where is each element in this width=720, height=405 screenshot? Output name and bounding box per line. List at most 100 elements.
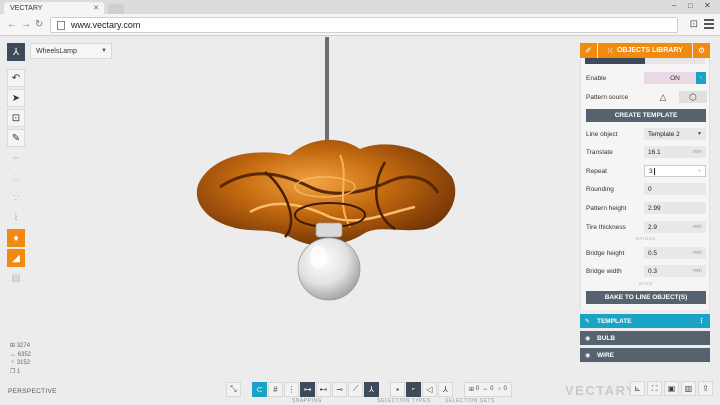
- node-tool-icon[interactable]: ∴: [7, 169, 25, 187]
- scene-name: WheelsLamp: [36, 47, 77, 55]
- tire-thickness-input[interactable]: 2.9 mm: [644, 221, 706, 233]
- bridge-width-row: Bridge width 0.3 mm: [586, 265, 706, 277]
- bridge-width-value: 0.3: [648, 267, 658, 275]
- triangle-source-icon[interactable]: △: [649, 91, 677, 103]
- enable-state: ON: [654, 72, 696, 84]
- eye-icon[interactable]: ◉: [585, 352, 597, 359]
- page-icon: [57, 20, 65, 30]
- window-close-icon[interactable]: ✕: [704, 1, 711, 10]
- back-icon[interactable]: ←: [7, 19, 17, 30]
- scene-name-dropdown[interactable]: WheelsLamp ▼: [30, 43, 112, 59]
- rounding-input[interactable]: 0: [644, 183, 706, 195]
- pattern-height-value: 2.99: [648, 204, 661, 212]
- snap-edge-icon[interactable]: ⊷: [316, 381, 331, 397]
- layout-icon[interactable]: ▥: [681, 381, 696, 396]
- undo-icon[interactable]: ↶: [7, 69, 25, 87]
- bake-button[interactable]: BAKE TO LINE OBJECT(S): [586, 291, 706, 304]
- rounding-label: Rounding: [586, 185, 614, 193]
- edit-panel-icon[interactable]: ✐: [580, 43, 597, 58]
- select-object-icon[interactable]: ▪: [390, 381, 405, 397]
- panel-tabs: ✐ ⁙ OBJECTS LIBRARY ⚙: [580, 43, 710, 58]
- objects-library-button[interactable]: ⁙ OBJECTS LIBRARY: [598, 43, 692, 58]
- snap-vertex-icon[interactable]: ⊶: [300, 381, 315, 397]
- leaf-icon[interactable]: ◢: [7, 249, 25, 267]
- pattern-height-input[interactable]: 2.99: [644, 202, 706, 214]
- layer-bulb[interactable]: ◉ BULB: [580, 331, 710, 345]
- measure-icon[interactable]: ⊾: [630, 381, 645, 396]
- translate-value: 16.1: [648, 148, 661, 156]
- stat-vertices: 3152: [16, 360, 31, 366]
- select-vertex-icon[interactable]: ⟔: [406, 381, 421, 397]
- sets-faces: 0: [475, 386, 480, 392]
- export-icon[interactable]: ⇪: [698, 381, 713, 396]
- layer-template[interactable]: ✎ TEMPLATE ⋮: [580, 314, 710, 328]
- pencil-icon[interactable]: ✎: [585, 318, 597, 325]
- more-icon[interactable]: ⋮: [698, 317, 705, 325]
- tab-close-icon[interactable]: ✕: [93, 4, 99, 12]
- pattern-source-label: Pattern source: [586, 93, 629, 101]
- lamp-model[interactable]: [190, 37, 480, 307]
- path-tool-icon[interactable]: ⌐: [7, 149, 25, 167]
- select-arrow-icon[interactable]: ➤: [7, 89, 25, 107]
- browser-menu-icon[interactable]: [704, 19, 714, 31]
- vectary-menu-icon[interactable]: ⅄: [7, 43, 25, 61]
- curve-tool-icon[interactable]: ⌇: [7, 209, 25, 227]
- snap-object-icon[interactable]: ⅄: [364, 381, 379, 397]
- bridge-width-unit: mm: [692, 268, 702, 274]
- reload-icon[interactable]: ↻: [35, 19, 43, 30]
- selection-sets[interactable]: ⊞ 0 ↔ 0 ⁘ 0: [464, 381, 512, 397]
- select-edge-icon[interactable]: ◁: [422, 381, 437, 397]
- document-icon[interactable]: ▤: [7, 269, 25, 287]
- material-drop-icon[interactable]: ♦: [7, 229, 25, 247]
- bridge-width-input[interactable]: 0.3 mm: [644, 265, 706, 277]
- snap-point-icon[interactable]: ⋮: [284, 381, 299, 397]
- pattern-height-row: Pattern height 2.99: [586, 202, 706, 214]
- layer-label: BULB: [597, 334, 616, 342]
- stat-objects: 1: [17, 368, 21, 375]
- edge-tool-icon[interactable]: ∵: [7, 189, 25, 207]
- fullscreen-icon[interactable]: ⛶: [647, 381, 662, 396]
- bake-section-label: BAKE: [638, 281, 653, 286]
- subtab-other[interactable]: [645, 58, 705, 64]
- browser-tab[interactable]: VECTARY ✕: [4, 2, 104, 14]
- box-select-icon[interactable]: ⊡: [7, 109, 25, 127]
- translate-input[interactable]: 16.1 mm: [644, 146, 706, 158]
- snap-midpoint-icon[interactable]: ⊸: [332, 381, 347, 397]
- bridge-height-input[interactable]: 0.5 mm: [644, 247, 706, 259]
- layer-label: WIRE: [597, 351, 614, 359]
- stepper-icon[interactable]: ÷: [698, 168, 701, 174]
- line-object-select[interactable]: Template 2 ▼: [644, 128, 706, 140]
- snap-magnet-icon[interactable]: ⊂: [252, 381, 267, 397]
- sets-edges: 0: [490, 386, 494, 392]
- snap-face-icon[interactable]: ⟋: [348, 381, 363, 397]
- objects-library-label: OBJECTS LIBRARY: [616, 47, 683, 54]
- view-mode-label[interactable]: PERSPECTIVE: [8, 388, 57, 395]
- maximize-icon[interactable]: □: [688, 1, 693, 10]
- translate-row: Translate 16.1 mm: [586, 146, 706, 158]
- settings-gear-icon[interactable]: ⚙: [693, 43, 710, 58]
- pen-draw-icon[interactable]: ✎: [7, 129, 25, 147]
- panel-subtabs: [585, 58, 705, 64]
- tab-title: VECTARY: [10, 4, 43, 12]
- eye-icon[interactable]: ◉: [585, 335, 597, 342]
- repeat-row: Repeat 3 ÷: [586, 165, 706, 177]
- minimize-icon[interactable]: –: [672, 1, 676, 10]
- layer-wire[interactable]: ◉ WIRE: [580, 348, 710, 362]
- stat-edges: 6352: [17, 351, 32, 358]
- cube-source-icon[interactable]: ⬡: [679, 91, 707, 103]
- url-text: www.vectary.com: [71, 20, 141, 30]
- snap-grid-icon[interactable]: #: [268, 381, 283, 397]
- snap-toggle-icon[interactable]: ⤡: [226, 381, 241, 397]
- repeat-input[interactable]: 3 ÷: [644, 165, 706, 177]
- create-template-button[interactable]: CREATE TEMPLATE: [586, 109, 706, 122]
- subtab-active[interactable]: [585, 58, 645, 64]
- new-tab-button[interactable]: [108, 4, 124, 14]
- extension-icon[interactable]: ⊡: [690, 19, 698, 30]
- enable-toggle[interactable]: ON ‹: [644, 72, 706, 84]
- url-input[interactable]: www.vectary.com: [50, 17, 678, 33]
- render-icon[interactable]: ▣: [664, 381, 679, 396]
- forward-icon[interactable]: →: [21, 19, 31, 30]
- select-face-icon[interactable]: ⅄: [438, 381, 453, 397]
- selection-types-label: SELECTION TYPES: [377, 398, 431, 404]
- bridge-height-label: Bridge height: [586, 249, 625, 257]
